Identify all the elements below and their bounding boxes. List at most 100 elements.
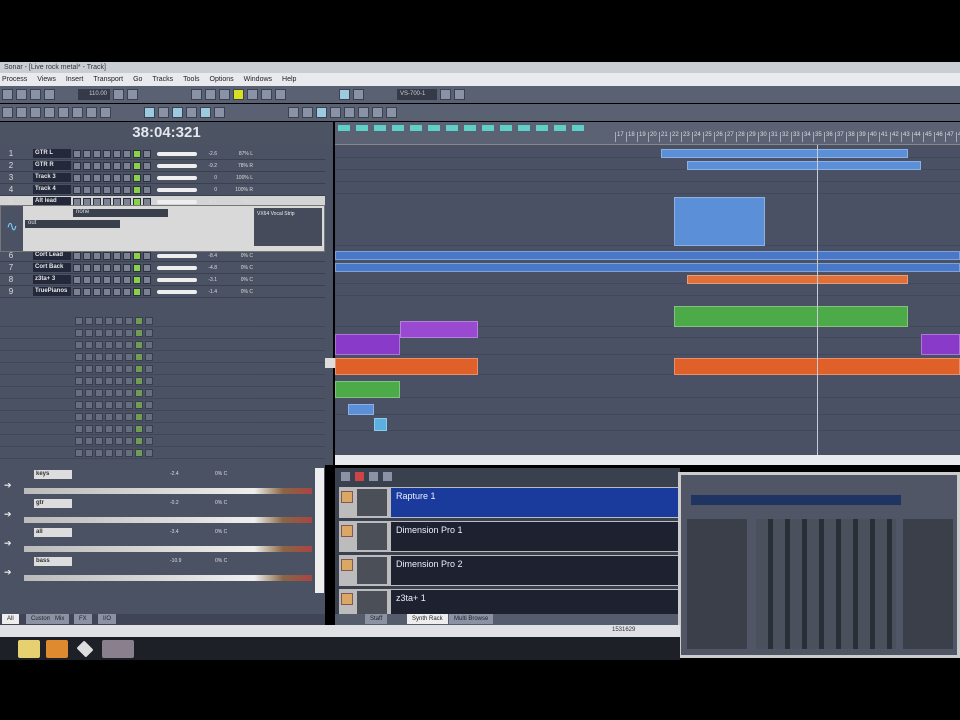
- synth-name[interactable]: Rapture 1: [391, 488, 680, 517]
- write-button[interactable]: [143, 263, 151, 272]
- fx-button[interactable]: [133, 287, 141, 296]
- synth-slot[interactable]: Dimension Pro 2: [339, 555, 680, 586]
- marker[interactable]: [464, 125, 476, 131]
- synth-thumbnail[interactable]: [357, 557, 387, 584]
- track-row[interactable]: 4 Track 4 0 100% R: [0, 184, 325, 196]
- track-button[interactable]: [115, 364, 123, 373]
- track-button[interactable]: [95, 376, 103, 385]
- track-button[interactable]: [85, 316, 93, 325]
- pan-value[interactable]: 100% R: [227, 187, 253, 193]
- toolbar-button[interactable]: [316, 107, 327, 118]
- mute-button[interactable]: [73, 173, 81, 182]
- track-button[interactable]: [135, 328, 143, 337]
- toolbar-button[interactable]: [72, 107, 83, 118]
- solo-button[interactable]: [83, 263, 91, 272]
- track-button[interactable]: [75, 340, 83, 349]
- track-button[interactable]: [105, 436, 113, 445]
- track-button[interactable]: [135, 340, 143, 349]
- track-button[interactable]: [95, 436, 103, 445]
- record-button[interactable]: [93, 251, 101, 260]
- track-name[interactable]: Cort Back: [33, 263, 71, 272]
- collapsed-track-row[interactable]: [0, 339, 325, 351]
- input-select[interactable]: none: [73, 209, 168, 217]
- track-button[interactable]: [105, 412, 113, 421]
- track-name[interactable]: GTR L: [33, 149, 71, 158]
- automation-write-button[interactable]: [123, 275, 131, 284]
- track-button[interactable]: [75, 424, 83, 433]
- track-button[interactable]: [105, 340, 113, 349]
- track-button[interactable]: [105, 400, 113, 409]
- track-button[interactable]: [105, 328, 113, 337]
- input-echo-button[interactable]: [103, 173, 111, 182]
- marker[interactable]: [446, 125, 458, 131]
- input-echo-button[interactable]: [103, 263, 111, 272]
- media-player-icon[interactable]: [46, 639, 68, 658]
- tab-synth-rack[interactable]: Synth Rack: [407, 614, 448, 624]
- track-button[interactable]: [115, 340, 123, 349]
- toolbar-button[interactable]: [100, 107, 111, 118]
- track-button[interactable]: [115, 436, 123, 445]
- track-button[interactable]: [85, 328, 93, 337]
- track-button[interactable]: [135, 364, 143, 373]
- track-row[interactable]: 8 z3ta+ 3 -3.1 0% C: [0, 274, 325, 286]
- track-button[interactable]: [105, 424, 113, 433]
- fx-button[interactable]: [133, 263, 141, 272]
- marker[interactable]: [356, 125, 368, 131]
- mute-button[interactable]: [73, 149, 81, 158]
- clip[interactable]: [673, 306, 908, 327]
- track-button[interactable]: [145, 412, 153, 421]
- track-lane[interactable]: [335, 417, 960, 431]
- solo-button[interactable]: [83, 173, 91, 182]
- clip[interactable]: [335, 381, 401, 398]
- toolbar-button[interactable]: [358, 107, 369, 118]
- track-button[interactable]: [145, 400, 153, 409]
- fx-button[interactable]: [133, 173, 141, 182]
- marker[interactable]: [338, 125, 350, 131]
- track-button[interactable]: [125, 376, 133, 385]
- track-button[interactable]: [95, 328, 103, 337]
- marker[interactable]: [482, 125, 494, 131]
- input-echo-button[interactable]: [103, 287, 111, 296]
- track-button[interactable]: [115, 376, 123, 385]
- menu-help[interactable]: Help: [282, 73, 296, 86]
- pan-value[interactable]: 0% C: [227, 265, 253, 271]
- track-button[interactable]: [75, 316, 83, 325]
- bus-name[interactable]: bass: [34, 557, 72, 566]
- synth-thumbnail[interactable]: [357, 523, 387, 550]
- track-button[interactable]: [75, 412, 83, 421]
- track-button[interactable]: [75, 376, 83, 385]
- track-button[interactable]: [105, 376, 113, 385]
- track-button[interactable]: [95, 400, 103, 409]
- track-button[interactable]: [85, 412, 93, 421]
- mute-button[interactable]: [73, 287, 81, 296]
- automation-write-button[interactable]: [123, 185, 131, 194]
- toolbar-button[interactable]: [113, 89, 124, 100]
- fx-plugin[interactable]: VX64 Vocal Strip: [257, 211, 295, 217]
- explorer-icon[interactable]: [18, 639, 40, 658]
- track-button[interactable]: [145, 424, 153, 433]
- track-button[interactable]: [75, 352, 83, 361]
- track-button[interactable]: [145, 352, 153, 361]
- track-button[interactable]: [75, 388, 83, 397]
- menu-tracks[interactable]: Tracks: [152, 73, 173, 86]
- mute-button[interactable]: [73, 275, 81, 284]
- pan-value[interactable]: 0% C: [227, 253, 253, 259]
- track-button[interactable]: [145, 436, 153, 445]
- track-button[interactable]: [75, 328, 83, 337]
- track-button[interactable]: [115, 328, 123, 337]
- clip[interactable]: [686, 275, 908, 284]
- mute-button[interactable]: [73, 263, 81, 272]
- track-button[interactable]: [145, 376, 153, 385]
- collapsed-track-row[interactable]: [0, 327, 325, 339]
- track-button[interactable]: [115, 424, 123, 433]
- toolbar-button[interactable]: [302, 107, 313, 118]
- mute-button[interactable]: [73, 185, 81, 194]
- play-button[interactable]: [233, 89, 244, 100]
- track-button[interactable]: [125, 328, 133, 337]
- toolbar-button[interactable]: [2, 107, 13, 118]
- track-button[interactable]: [85, 340, 93, 349]
- track-name[interactable]: Track 3: [33, 173, 71, 182]
- track-button[interactable]: [95, 364, 103, 373]
- pan-value[interactable]: 7% L: [227, 199, 253, 205]
- toolbar-button[interactable]: [339, 89, 350, 100]
